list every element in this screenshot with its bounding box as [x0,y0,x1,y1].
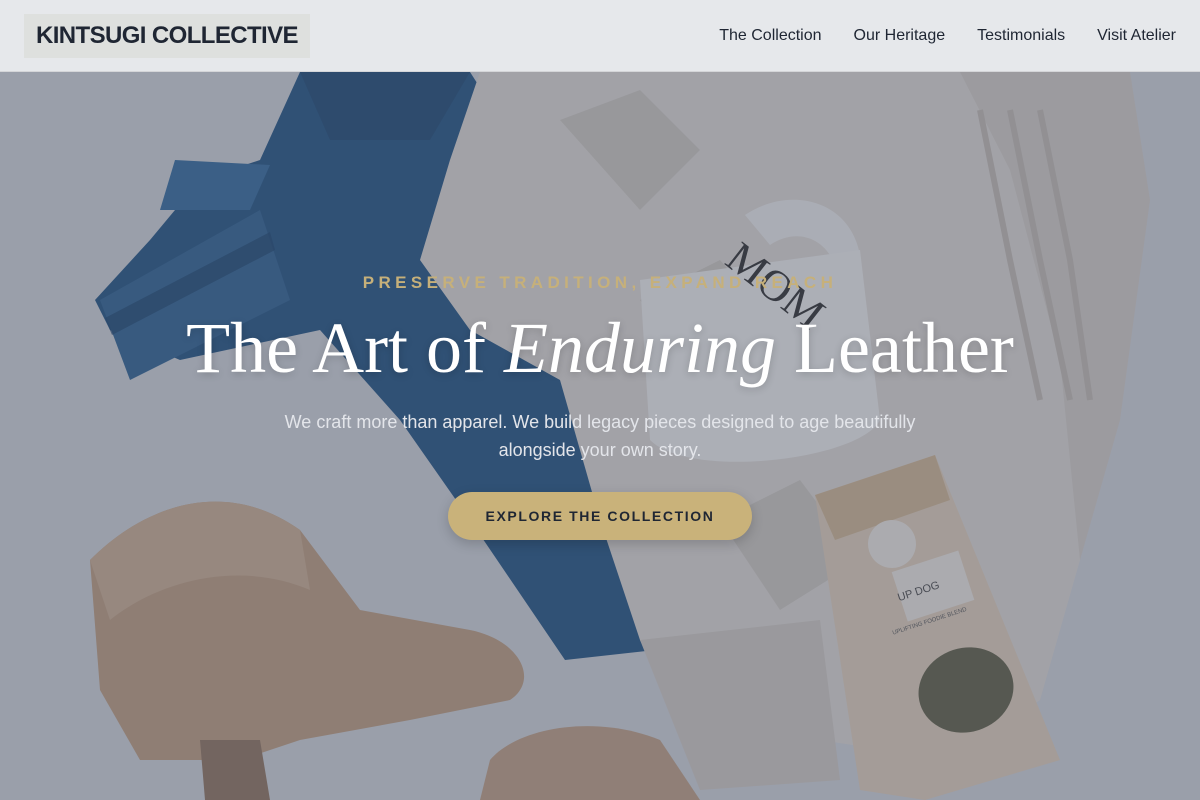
hero-subheading: We craft more than apparel. We build leg… [284,412,916,460]
headline-part-1: The Art of [186,308,505,388]
hero-headline: The Art of Enduring Leather [0,305,1200,391]
headline-part-2: Leather [776,308,1014,388]
headline-emphasis: Enduring [504,308,777,388]
hero-section: PRESERVE TRADITION, EXPAND REACH The Art… [0,0,1200,800]
hero-eyebrow: PRESERVE TRADITION, EXPAND REACH [362,273,838,292]
explore-collection-button[interactable]: EXPLORE THE COLLECTION [448,492,752,540]
